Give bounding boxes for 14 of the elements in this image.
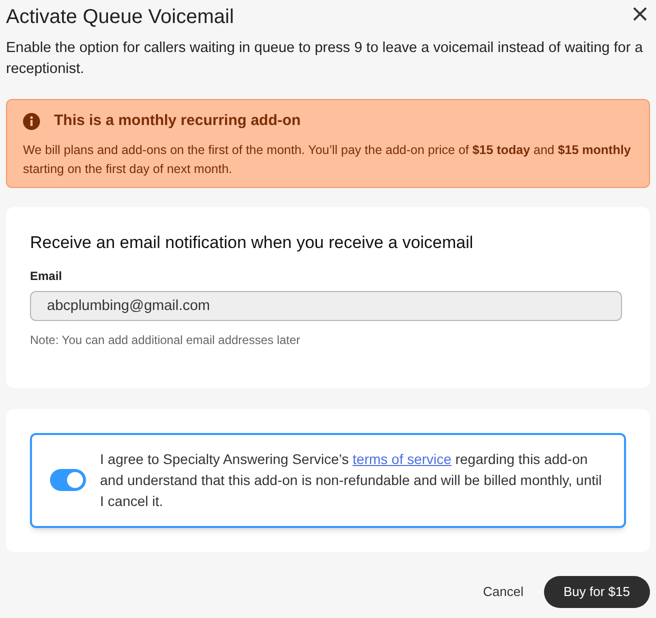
cancel-button[interactable]: Cancel bbox=[483, 582, 524, 602]
dialog-title: Activate Queue Voicemail bbox=[6, 5, 234, 30]
agreement-text: I agree to Specialty Answering Service’s terms of service regarding this add-on and understand that this add-on is non-refundable and will be billed monthly, until I cancel it. bbox=[100, 450, 603, 510]
buy-button[interactable]: Buy for $15 bbox=[544, 576, 650, 608]
dialog-description: Enable the option for callers waiting in queue to press 9 to leave a voicemail instead of waiting for a receptionist. bbox=[6, 39, 644, 79]
info-icon bbox=[23, 112, 40, 130]
toggle-switch[interactable] bbox=[50, 469, 86, 491]
field-note: Note: You can add additional email addresses later bbox=[30, 332, 302, 348]
card-heading: Receive an email notification when you receive a voicemail bbox=[30, 232, 474, 254]
close-icon[interactable] bbox=[632, 6, 648, 22]
alert-body: We bill plans and add-ons on the first of the month. You’ll pay the add-on price of $15 today and $15 monthly starting on the first day of next month. bbox=[23, 142, 632, 178]
alert-title: This is a monthly recurring add-on bbox=[54, 111, 301, 131]
field-label: Email bbox=[30, 268, 64, 284]
terms-link[interactable]: terms of service bbox=[352, 450, 452, 466]
